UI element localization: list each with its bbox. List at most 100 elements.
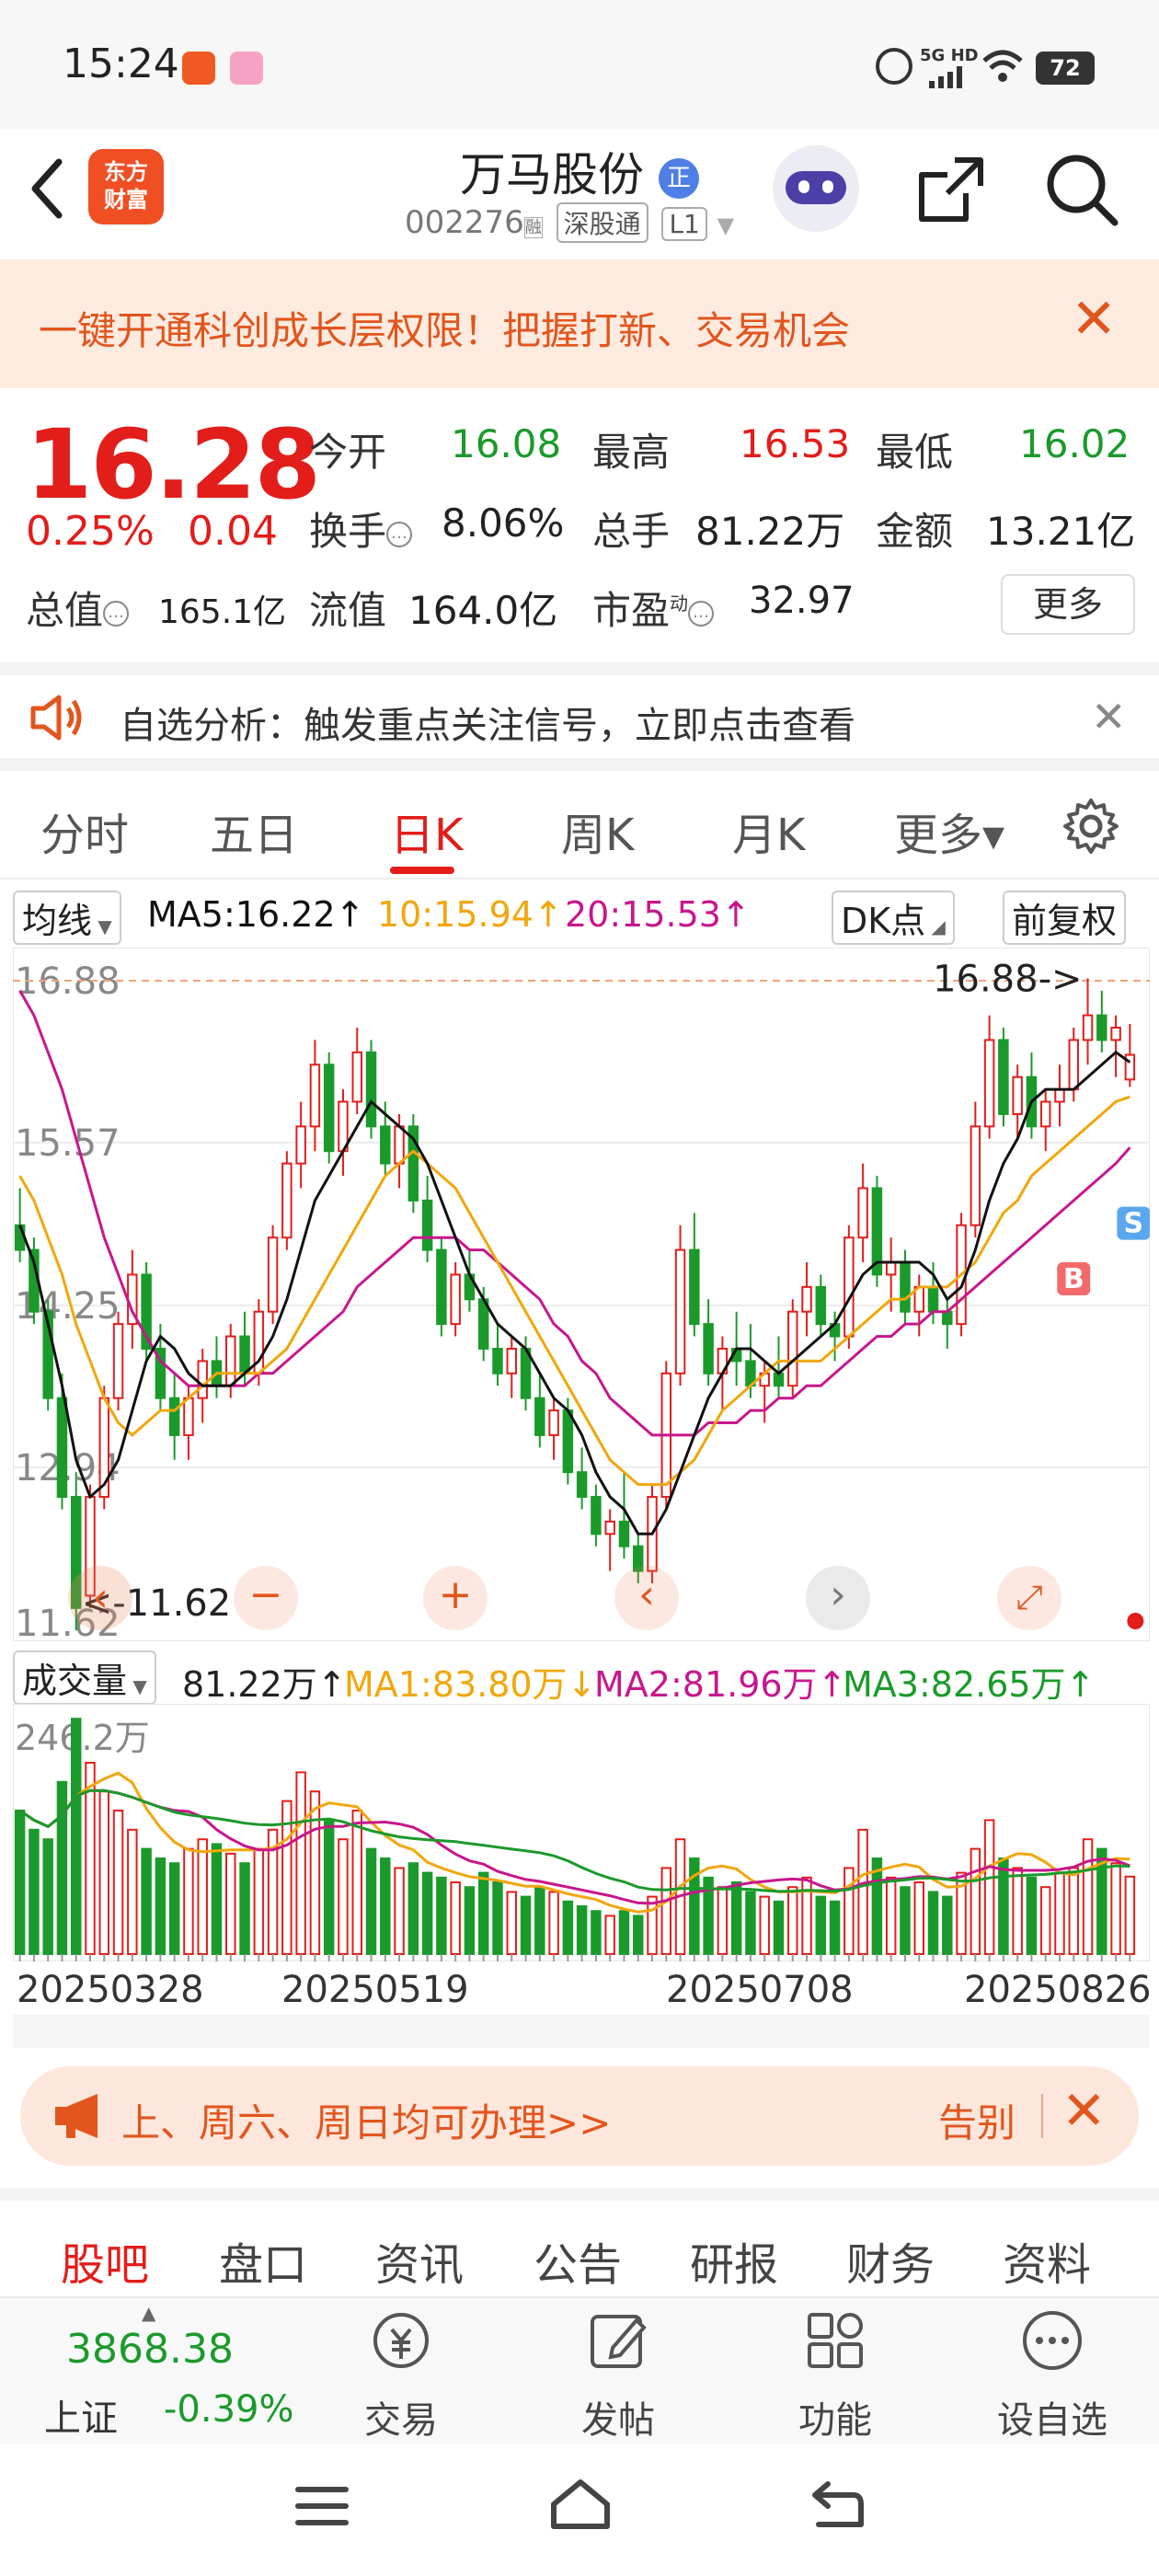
nav-add-watchlist[interactable]: 设自选 — [979, 2390, 1126, 2444]
volume-bar — [633, 1915, 644, 1955]
candle-body — [281, 1162, 293, 1239]
battery-icon: 72 — [1036, 52, 1095, 85]
volume-bar — [1110, 1862, 1121, 1955]
close-icon[interactable]: ✕ — [1091, 692, 1127, 742]
candle-body — [900, 1261, 911, 1313]
volume-chart[interactable]: 246.2万 — [13, 1704, 1150, 1961]
close-icon[interactable]: ✕ — [1071, 287, 1117, 351]
promo-pill[interactable]: 上、周六、周日均可办理>> 告别 ✕ — [20, 2066, 1139, 2166]
stock-code-line[interactable]: 002276融 深股通 L1 ▼ — [405, 202, 734, 243]
tab-finance[interactable]: 财务 — [846, 2228, 935, 2293]
volume-bar — [183, 1847, 194, 1955]
volume-bar — [309, 1790, 321, 1956]
index-value[interactable]: 3868.38 — [66, 2326, 234, 2373]
volume-now: 81.22万↑ — [182, 1664, 347, 1705]
tab-weekly-k[interactable]: 周K — [561, 799, 634, 863]
turnover-value: 8.06% — [442, 500, 565, 546]
dk-selector[interactable]: DK点 ◢ — [832, 891, 955, 945]
nav-post[interactable]: 发帖 — [545, 2390, 692, 2444]
turnover-label-text: 换手 — [309, 509, 387, 554]
candle-body — [843, 1236, 855, 1338]
date-scroll-strip[interactable] — [13, 2015, 1150, 2048]
scroll-left-icon[interactable]: ‹ — [68, 1566, 132, 1630]
pe-label[interactable]: 市盈动… — [592, 580, 715, 636]
dismiss-link[interactable]: 告别 — [938, 2092, 1016, 2148]
more-button[interactable]: 更多 — [1001, 574, 1135, 635]
low-label: 最低 — [876, 430, 954, 475]
max-price-label: 16.88-> — [933, 958, 1082, 1000]
analysis-bar[interactable]: 自选分析：触发重点关注信号，立即点击查看 ✕ — [0, 662, 1159, 771]
volume-bar — [323, 1819, 335, 1955]
volume-bar — [477, 1871, 489, 1956]
candle-body — [450, 1273, 461, 1326]
home-icon[interactable] — [548, 2477, 613, 2536]
tab-profile[interactable]: 资料 — [1003, 2228, 1091, 2293]
tab-research[interactable]: 研报 — [690, 2228, 778, 2293]
pan-right-icon[interactable]: › — [806, 1566, 870, 1630]
candle-body — [927, 1285, 939, 1313]
volume-bar — [815, 1895, 827, 1955]
volume-bar — [618, 1910, 630, 1955]
trade-icon[interactable] — [368, 2307, 434, 2374]
change-amount: 0.04 — [188, 508, 278, 555]
x-tick-label: 20250519 — [281, 1969, 469, 2011]
quote-panel: 16.28 0.25% 0.04 今开 16.08 最高 16.53 最低 16… — [0, 390, 1159, 662]
ma-selector[interactable]: 均线 ▼ — [13, 891, 121, 945]
tab-five-day[interactable]: 五日 — [210, 799, 298, 863]
nav-trade[interactable]: 交易 — [327, 2390, 475, 2444]
tab-daily-k[interactable]: 日K — [390, 799, 463, 863]
mktcap-label[interactable]: 总值… — [26, 580, 130, 636]
volume-bar — [14, 1810, 26, 1955]
volume-selector[interactable]: 成交量 ▼ — [13, 1650, 156, 1705]
tab-news[interactable]: 资讯 — [375, 2228, 464, 2293]
candle-body — [1012, 1075, 1023, 1115]
candle-body — [183, 1397, 194, 1436]
volume-bar — [1124, 1875, 1136, 1955]
candle-body — [239, 1335, 250, 1374]
candle-body — [591, 1496, 602, 1535]
candle-body — [1039, 1100, 1051, 1128]
nav-features[interactable]: 功能 — [762, 2390, 909, 2444]
volume-bar — [338, 1838, 349, 1955]
candlestick-chart[interactable]: 16.8815.5714.2512.9411.6216.88-><-11.62B… — [13, 948, 1150, 1641]
tab-more[interactable]: 更多▾ — [894, 799, 1004, 863]
x-tick-label: 20250826 — [964, 1969, 1152, 2011]
pan-left-icon[interactable]: ‹ — [614, 1566, 679, 1630]
tab-announcements[interactable]: 公告 — [534, 2228, 622, 2293]
turnover-label[interactable]: 换手… — [309, 500, 413, 557]
candle-body — [112, 1323, 124, 1399]
close-icon[interactable]: ✕ — [1061, 2079, 1107, 2142]
more-dots-icon[interactable] — [1019, 2307, 1085, 2374]
tab-orderbook[interactable]: 盘口 — [219, 2228, 307, 2293]
menu-icon[interactable] — [294, 2480, 350, 2536]
search-icon[interactable] — [1043, 151, 1120, 232]
candle-body — [380, 1125, 391, 1165]
gear-icon[interactable] — [1061, 797, 1120, 859]
volume-bar — [492, 1881, 503, 1955]
tab-guba[interactable]: 股吧 — [61, 2228, 149, 2293]
fullscreen-icon[interactable]: ⤢ — [997, 1566, 1061, 1630]
adjust-selector[interactable]: 前复权 — [1003, 891, 1127, 945]
volume-bar — [983, 1819, 995, 1955]
volume-bar — [127, 1828, 138, 1955]
tab-monthly-k[interactable]: 月K — [732, 799, 805, 863]
zoom-out-icon[interactable]: − — [234, 1566, 298, 1630]
tab-intraday[interactable]: 分时 — [40, 799, 129, 863]
volume-bar — [857, 1828, 868, 1955]
volume-bar — [464, 1886, 476, 1956]
candle-body — [548, 1409, 559, 1436]
share-icon[interactable] — [914, 153, 988, 230]
back-nav-icon[interactable] — [809, 2478, 865, 2534]
ma10-value: 10:15.94↑ — [377, 894, 563, 935]
ma-selector-label: 均线 — [22, 901, 93, 941]
promo-banner[interactable]: 一键开通科创成长层权限！把握打新、交易机会 ✕ — [0, 259, 1159, 388]
float-label: 流值 — [309, 588, 387, 633]
vol-ma2: MA2:81.96万↑ — [594, 1664, 847, 1705]
compose-icon[interactable] — [585, 2307, 651, 2374]
zoom-in-icon[interactable]: + — [423, 1566, 488, 1630]
high-value: 16.53 — [740, 421, 851, 466]
volume-bar — [1012, 1867, 1023, 1955]
grid-icon[interactable] — [802, 2307, 868, 2374]
ai-assistant-icon[interactable] — [773, 145, 859, 232]
volume-bar — [98, 1790, 110, 1956]
